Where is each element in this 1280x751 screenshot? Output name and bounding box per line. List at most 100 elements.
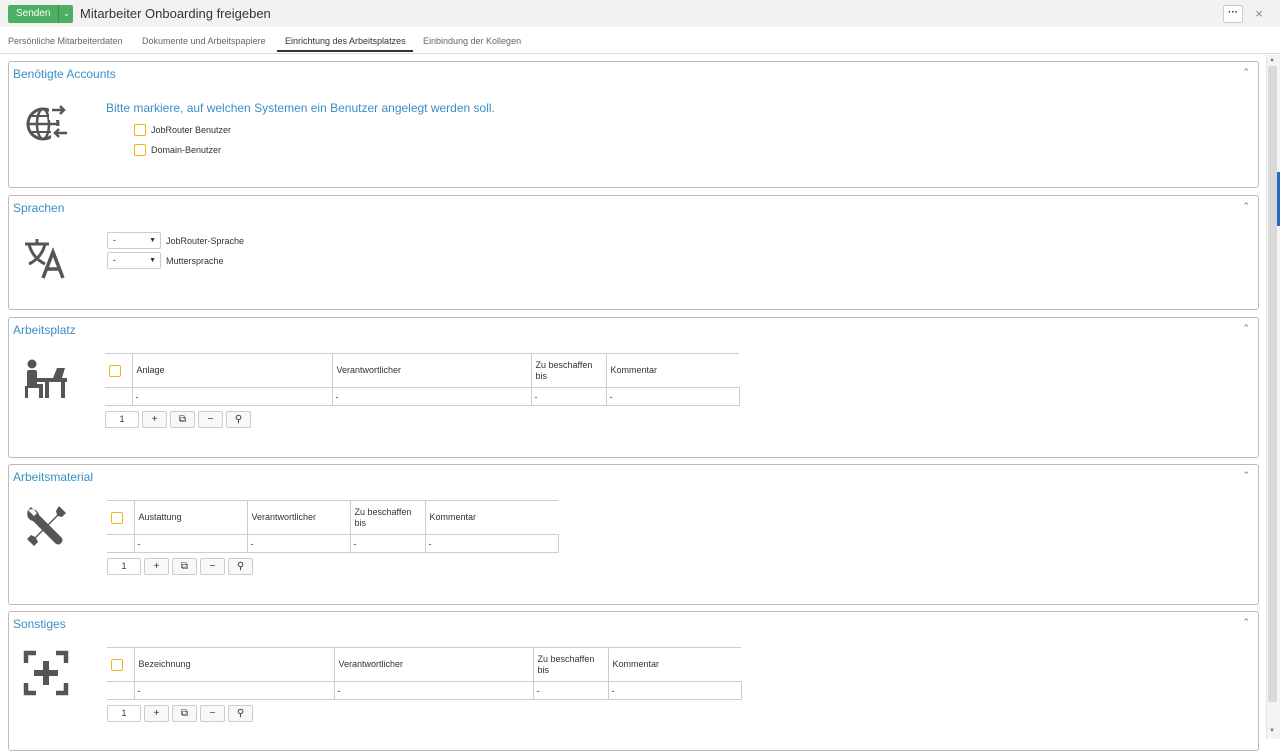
panel-languages: Sprachen ⌃ - ▼ JobRouter-Sprache - ▼ Mut… [8,195,1259,310]
select-all-cell [107,500,135,535]
option-jobrouter-user[interactable]: JobRouter Benutzer [134,124,231,136]
checkbox[interactable] [134,144,146,156]
table-cell[interactable]: - [331,387,532,406]
collapse-icon[interactable]: ⌃ [1242,67,1250,78]
table-cell[interactable]: - [532,681,609,700]
jobrouter-language-label: JobRouter-Sprache [166,236,245,246]
more-options-button[interactable]: ··· [1223,5,1243,23]
search-row-button[interactable]: ⚲ [228,558,253,575]
row-count-input[interactable]: 1 [107,558,141,575]
remove-row-button[interactable]: − [200,558,225,575]
search-icon: ⚲ [234,414,243,425]
plus-icon: + [153,561,160,572]
column-header: Verantwortlicher [334,647,534,682]
row-count-input[interactable]: 1 [105,411,139,428]
table-row: - - - - [107,681,742,700]
tab-workplace-setup[interactable]: Einrichtung des Arbeitsplatzes [285,36,406,46]
dropdown-arrow-icon: ▼ [149,257,156,264]
table-row: - - - - [107,534,559,553]
copy-row-button[interactable]: ⧉ [170,411,195,428]
table-cell[interactable]: - [530,387,607,406]
scrollbar-thumb[interactable] [1268,66,1277,702]
close-button[interactable]: × [1252,5,1266,23]
tab-documents[interactable]: Dokumente und Arbeitspapiere [142,36,266,46]
column-header: Bezeichnung [134,647,335,682]
table-cell[interactable]: - [131,387,333,406]
chevron-down-icon: ⌄ [63,9,70,18]
copy-row-button[interactable]: ⧉ [172,705,197,722]
checkbox[interactable] [134,124,146,136]
collapse-icon[interactable]: ⌃ [1242,470,1250,481]
tab-personal-data[interactable]: Persönliche Mitarbeiterdaten [8,36,123,46]
add-row-button[interactable]: + [144,558,169,575]
remove-row-button[interactable]: − [200,705,225,722]
copy-row-button[interactable]: ⧉ [172,558,197,575]
table-cell[interactable]: - [333,681,534,700]
minus-icon: − [207,414,214,425]
column-header: Kommentar [425,500,558,535]
column-header: Zu beschaffen bis [533,647,609,682]
table-cell[interactable]: - [133,681,335,700]
copy-icon: ⧉ [180,708,189,719]
tab-bar: Persönliche Mitarbeiterdaten Dokumente u… [0,27,1280,54]
translate-icon [23,236,69,282]
search-row-button[interactable]: ⚲ [228,705,253,722]
panel-miscellaneous: Sonstiges ⌃ Bezeichnung Verantwortlicher… [8,611,1259,751]
search-icon: ⚲ [236,708,245,719]
add-row-button[interactable]: + [142,411,167,428]
collapse-icon[interactable]: ⌃ [1242,201,1250,212]
search-row-button[interactable]: ⚲ [226,411,251,428]
panel-accounts: Benötigte Accounts ⌃ Bitte markiere, auf… [8,61,1259,188]
row-select-cell[interactable] [107,681,135,700]
desk-worker-icon [23,358,69,404]
search-icon: ⚲ [236,561,245,572]
send-button-group: Senden ⌄ [8,5,74,23]
collapse-icon[interactable]: ⌃ [1242,323,1250,334]
table-cell[interactable]: - [246,534,351,553]
table-cell[interactable]: - [349,534,426,553]
scroll-up-arrow-icon[interactable]: ▲ [1269,57,1275,63]
panel-title: Sonstiges [13,617,66,631]
copy-icon: ⧉ [178,414,187,425]
dropdown-arrow-icon: ▼ [149,237,156,244]
workplace-table-toolbar: 1 + ⧉ − ⚲ [105,411,251,428]
column-header: Austattung [134,500,248,535]
column-header: Kommentar [606,353,739,388]
native-language-select[interactable]: - ▼ [107,252,161,269]
table-cell[interactable]: - [605,387,740,406]
remove-row-button[interactable]: − [198,411,223,428]
collapse-icon[interactable]: ⌃ [1242,617,1250,628]
panel-title: Arbeitsplatz [13,323,76,337]
row-select-cell[interactable] [105,387,133,406]
option-domain-user[interactable]: Domain-Benutzer [134,144,221,156]
scroll-down-arrow-icon[interactable]: ▼ [1269,728,1275,734]
column-header: Verantwortlicher [332,353,532,388]
select-value: - [113,235,116,245]
panel-title: Benötigte Accounts [13,67,116,81]
plus-icon: + [151,414,158,425]
plus-icon: + [153,708,160,719]
tab-colleagues[interactable]: Einbindung der Kollegen [423,36,521,46]
checkbox-label: Domain-Benutzer [151,145,222,155]
row-count-input[interactable]: 1 [107,705,141,722]
select-value: - [113,255,116,265]
send-dropdown-button[interactable]: ⌄ [59,5,74,23]
column-header: Kommentar [608,647,741,682]
table-cell[interactable]: - [133,534,248,553]
accounts-instruction: Bitte markiere, auf welchen Systemen ein… [106,101,495,115]
select-all-cell [107,647,135,682]
select-all-checkbox[interactable] [111,658,123,671]
add-row-button[interactable]: + [144,705,169,722]
table-cell[interactable]: - [424,534,559,553]
select-all-checkbox[interactable] [109,364,121,377]
jobrouter-language-select[interactable]: - ▼ [107,232,161,249]
table-cell[interactable]: - [607,681,742,700]
row-select-cell[interactable] [107,534,135,553]
select-all-checkbox[interactable] [111,511,123,524]
globe-network-icon [23,100,69,146]
page-title: Mitarbeiter Onboarding freigeben [80,6,271,21]
panel-workplace: Arbeitsplatz ⌃ Anlage Verantwortlicher Z… [8,317,1259,458]
work-material-table: Austattung Verantwortlicher Zu beschaffe… [107,500,559,553]
send-button[interactable]: Senden [8,5,60,23]
table-header-row: Anlage Verantwortlicher Zu beschaffen bi… [105,353,739,388]
